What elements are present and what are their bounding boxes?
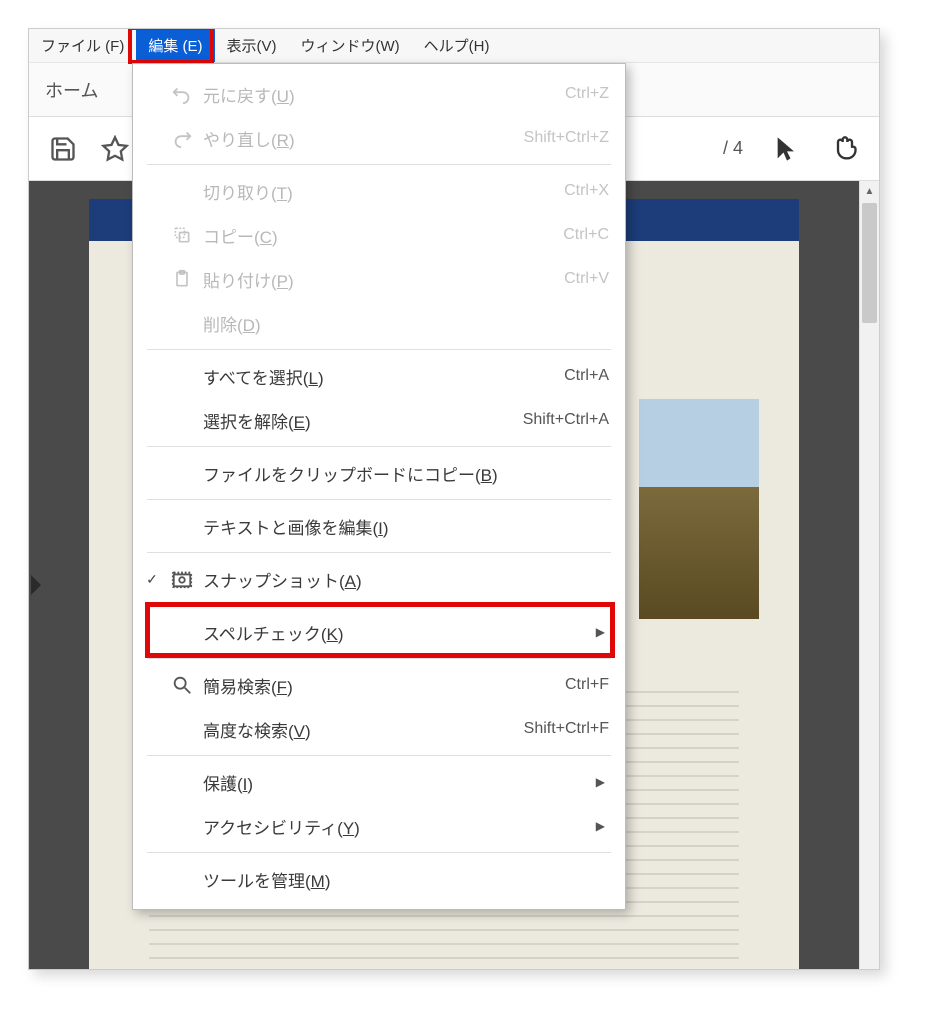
save-icon[interactable] (49, 135, 77, 163)
menu-cut[interactable]: 切り取り(T) Ctrl+X (133, 169, 625, 213)
page-photo (639, 399, 759, 619)
menu-deselect[interactable]: 選択を解除(E) Shift+Ctrl+A (133, 398, 625, 442)
menu-edit[interactable]: 編集 (E) (136, 29, 214, 62)
menu-file[interactable]: ファイル (F) (29, 29, 136, 62)
page-total: 4 (733, 138, 743, 158)
menu-snapshot[interactable]: ✓ スナップショット(A) (133, 557, 625, 601)
submenu-arrow-icon: ▶ (596, 775, 605, 789)
menu-edit-text-images[interactable]: テキストと画像を編集(I) (133, 504, 625, 548)
collapse-left-icon[interactable] (31, 575, 41, 595)
tab-home[interactable]: ホーム (45, 77, 98, 103)
submenu-arrow-icon: ▶ (596, 819, 605, 833)
menu-window[interactable]: ウィンドウ(W) (289, 29, 412, 62)
menu-view[interactable]: 表示(V) (215, 29, 289, 62)
search-icon (161, 674, 203, 696)
menu-manage-tools[interactable]: ツールを管理(M) (133, 857, 625, 901)
menu-help[interactable]: ヘルプ(H) (412, 29, 502, 62)
page-count: / 4 (723, 138, 743, 159)
menu-delete[interactable]: 削除(D) (133, 301, 625, 345)
menu-undo[interactable]: 元に戻す(U) Ctrl+Z (133, 72, 625, 116)
pointer-tool-icon[interactable] (773, 135, 801, 163)
undo-icon (161, 83, 203, 105)
copy-icon (161, 225, 203, 245)
menu-advanced-find[interactable]: 高度な検索(V) Shift+Ctrl+F (133, 707, 625, 751)
camera-icon (161, 568, 203, 590)
redo-icon (161, 127, 203, 149)
menu-select-all[interactable]: すべてを選択(L) Ctrl+A (133, 354, 625, 398)
menu-protect[interactable]: 保護(I) ▶ (133, 760, 625, 804)
pdf-reader-window: ファイル (F) 編集 (E) 表示(V) ウィンドウ(W) ヘルプ(H) ホー… (28, 28, 880, 970)
page-separator: / (723, 138, 728, 158)
menubar: ファイル (F) 編集 (E) 表示(V) ウィンドウ(W) ヘルプ(H) (29, 29, 879, 63)
menu-redo[interactable]: やり直し(R) Shift+Ctrl+Z (133, 116, 625, 160)
menu-copy[interactable]: コピー(C) Ctrl+C (133, 213, 625, 257)
hand-tool-icon[interactable] (831, 135, 859, 163)
menu-copy-file-to-clipboard[interactable]: ファイルをクリップボードにコピー(B) (133, 451, 625, 495)
menu-accessibility[interactable]: アクセシビリティ(Y) ▶ (133, 804, 625, 848)
menu-paste[interactable]: 貼り付け(P) Ctrl+V (133, 257, 625, 301)
menu-find[interactable]: 簡易検索(F) Ctrl+F (133, 663, 625, 707)
check-icon: ✓ (143, 571, 161, 588)
menu-spellcheck[interactable]: スペルチェック(K) ▶ (133, 610, 625, 654)
star-icon[interactable] (101, 135, 129, 163)
edit-menu-dropdown: 元に戻す(U) Ctrl+Z やり直し(R) Shift+Ctrl+Z 切り取り… (132, 63, 626, 910)
paste-icon (161, 269, 203, 289)
vertical-scrollbar[interactable]: ▲ (859, 181, 879, 969)
submenu-arrow-icon: ▶ (596, 625, 605, 639)
scroll-thumb[interactable] (862, 203, 877, 323)
scroll-up-icon[interactable]: ▲ (860, 181, 879, 201)
